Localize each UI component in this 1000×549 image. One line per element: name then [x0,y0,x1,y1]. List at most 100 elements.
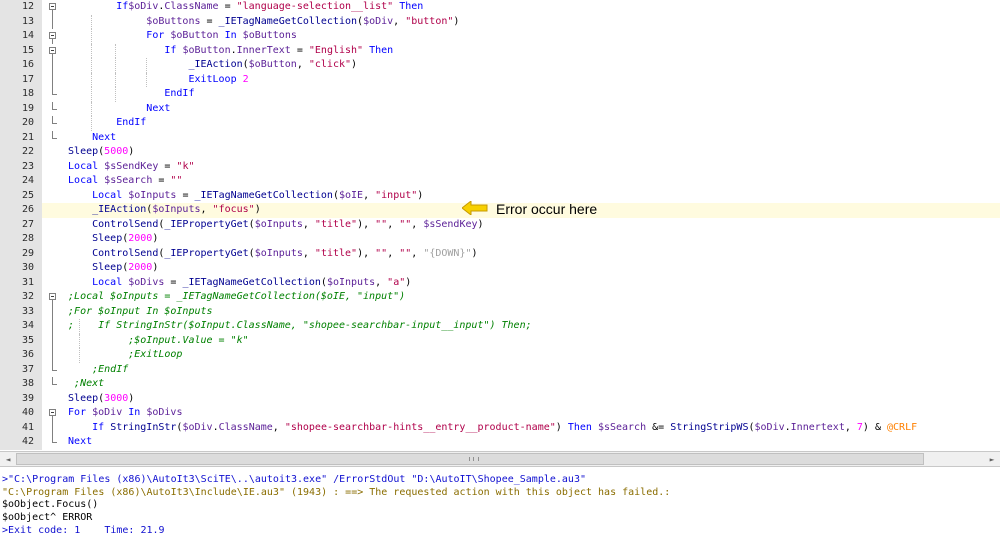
code-text[interactable]: EndIf [62,116,146,131]
line-number: 27 [0,217,42,232]
code-text[interactable]: Local $sSendKey = "k" [62,160,194,175]
code-text[interactable]: Next [62,101,170,116]
fold-margin [46,145,60,160]
code-token: $oButton [248,59,297,70]
code-text[interactable]: $oButtons = _IETagNameGetCollection($oDi… [62,14,460,29]
collapse-icon[interactable] [49,32,56,39]
collapse-icon[interactable] [49,3,56,10]
code-line[interactable]: 23 Local $sSendKey = "k" [0,159,1000,175]
fold-margin[interactable] [46,29,60,44]
code-text[interactable]: ;$oInput.Value = "k" [62,333,249,348]
code-line[interactable]: 38 ;Next [0,377,1000,392]
code-token: ) [254,204,261,215]
code-token: $oIE [339,189,364,201]
code-text[interactable]: Sleep(3000) [62,392,134,407]
code-text[interactable]: If $oButton.InnerText = "English" Then [62,43,393,58]
code-line[interactable]: 35 ;$oInput.Value = "k" [0,333,1000,348]
code-token: $oInputs [152,204,201,215]
fold-margin[interactable] [46,0,60,15]
code-line[interactable]: 19 Next [0,101,1000,116]
code-token: $oDiv [182,421,213,433]
code-text[interactable]: ;Local $oInputs = _IETagNameGetCollectio… [62,290,405,305]
code-text[interactable]: If$oDiv.ClassName = "language-selection_… [62,0,423,15]
code-token: ) [453,15,460,27]
scrollbar-thumb[interactable] [16,453,924,465]
code-text[interactable]: For $oButton In $oButtons [62,29,297,44]
code-text[interactable]: _IEAction($oButton, "click") [62,58,357,73]
code-text[interactable]: _IEAction($oInputs, "focus") [62,203,261,218]
code-line[interactable]: 12 If$oDiv.ClassName = "language-selecti… [0,0,1000,15]
code-text[interactable]: ; If StringInStr($oInput.ClassName, "sho… [62,319,532,334]
code-text[interactable]: Sleep(5000) [62,145,134,160]
code-token: , [375,276,388,288]
collapse-icon[interactable] [49,46,56,54]
scroll-left-icon[interactable]: ◄ [0,452,16,466]
horizontal-scrollbar[interactable]: ◄ ► [0,451,1000,467]
code-text[interactable]: Local $sSearch = "" [62,174,182,189]
fold-margin[interactable] [46,406,60,421]
code-token: If [164,44,177,56]
code-line[interactable]: 16 _IEAction($oButton, "click") [0,58,1000,73]
scroll-right-icon[interactable]: ► [984,452,1000,466]
code-line[interactable]: 28 Sleep(2000) [0,232,1000,247]
fold-margin [46,420,60,435]
code-line[interactable]: 36 ;ExitLoop [0,348,1000,363]
code-token: Sleep [92,233,123,244]
fold-margin[interactable] [46,290,60,305]
code-text[interactable]: Next [62,131,116,146]
code-line[interactable]: 31 Local $oDivs = _IETagNameGetCollectio… [0,275,1000,291]
line-number: 19 [0,101,42,116]
code-line[interactable]: 42 Next [0,435,1000,450]
code-line[interactable]: 30 Sleep(2000) [0,261,1000,276]
code-line[interactable]: 29 ControlSend(_IEPropertyGet($oInputs, … [0,246,1000,262]
code-line[interactable]: 14 For $oButton In $oButtons [0,29,1000,44]
code-text[interactable]: Sleep(2000) [62,261,158,276]
code-text[interactable]: For $oDiv In $oDivs [62,406,182,421]
code-line[interactable]: 17 ExitLoop 2 [0,72,1000,87]
code-text[interactable]: ;Next [62,377,104,392]
code-line[interactable]: 34 ; If StringInStr($oInput.ClassName, "… [0,319,1000,334]
code-line[interactable]: 21 Next [0,130,1000,146]
code-line[interactable]: 32 ;Local $oInputs = _IETagNameGetCollec… [0,290,1000,305]
code-line[interactable]: 13 $oButtons = _IETagNameGetCollection($… [0,14,1000,29]
code-token: EndIf [164,88,195,99]
collapse-icon[interactable] [49,293,56,300]
code-line[interactable]: 22 Sleep(5000) [0,145,1000,160]
error-annotation: Error occur here [461,199,597,217]
code-token: $oDiv [92,407,123,418]
code-line[interactable]: 20 EndIf [0,116,1000,131]
code-token: "shopee-searchbar-hints__entry__product-… [284,421,556,433]
code-text[interactable]: Sleep(2000) [62,232,158,247]
collapse-icon[interactable] [49,409,56,416]
code-text[interactable]: EndIf [62,87,194,102]
code-text[interactable]: ExitLoop 2 [62,72,249,87]
code-token: ) [351,59,358,70]
code-line[interactable]: 39 Sleep(3000) [0,391,1000,407]
code-text[interactable]: ;For $oInput In $oInputs [62,305,213,320]
fold-margin [46,304,60,319]
code-text[interactable]: Next [62,435,92,450]
code-token: StringInStr [110,421,177,433]
code-text[interactable]: ;EndIf [62,363,128,378]
code-line[interactable]: 37 ;EndIf [0,362,1000,378]
code-token: , [387,247,400,259]
code-token: Next [68,436,93,447]
code-line[interactable]: 18 EndIf [0,87,1000,102]
code-line[interactable]: 41 If StringInStr($oDiv.ClassName, "shop… [0,420,1000,436]
line-number: 31 [0,275,42,290]
code-text[interactable]: ControlSend(_IEPropertyGet($oInputs, "ti… [62,218,483,233]
code-text[interactable]: If StringInStr($oDiv.ClassName, "shopee-… [62,421,917,436]
code-text[interactable]: ControlSend(_IEPropertyGet($oInputs, "ti… [62,247,477,262]
code-editor[interactable]: 12 If$oDiv.ClassName = "language-selecti… [0,0,1000,450]
code-line[interactable]: 15 If $oButton.InnerText = "English" The… [0,43,1000,59]
code-text[interactable]: Local $oInputs = _IETagNameGetCollection… [62,189,423,204]
code-line[interactable]: 24 Local $sSearch = "" [0,174,1000,189]
code-line[interactable]: 27 ControlSend(_IEPropertyGet($oInputs, … [0,217,1000,233]
code-text[interactable]: Local $oDivs = _IETagNameGetCollection($… [62,276,411,291]
code-line[interactable]: 33 ;For $oInput In $oInputs [0,304,1000,320]
code-text[interactable]: ;ExitLoop [62,348,182,363]
code-line[interactable]: 40 For $oDiv In $oDivs [0,406,1000,421]
output-pane[interactable]: >"C:\Program Files (x86)\AutoIt3\SciTE\.… [0,474,1000,549]
code-token: = [164,276,183,288]
fold-margin[interactable] [46,44,60,59]
